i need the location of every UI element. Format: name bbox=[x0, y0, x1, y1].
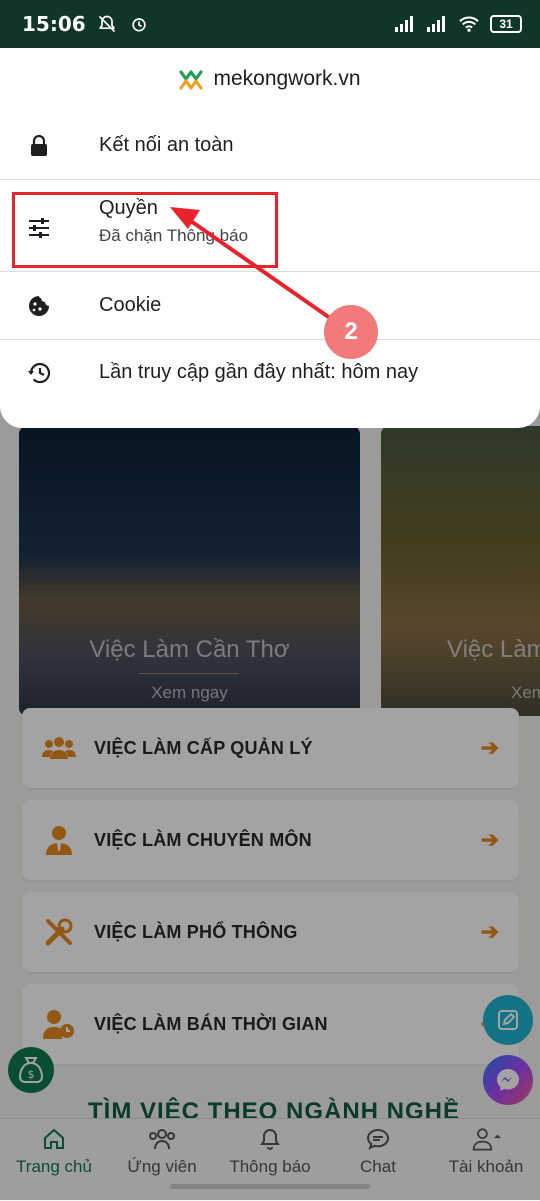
status-time: 15:06 bbox=[22, 12, 86, 36]
site-name: mekongwork.vn bbox=[213, 67, 361, 90]
divider bbox=[0, 179, 540, 180]
cookie-label: Cookie bbox=[99, 294, 162, 316]
cookie-row[interactable]: Cookie bbox=[0, 282, 540, 330]
last-visit-label: Lần truy cập gần đây nhất: hôm nay bbox=[99, 361, 419, 383]
connection-secure-row[interactable]: Kết nối an toàn bbox=[0, 122, 540, 170]
highlight-box bbox=[12, 192, 278, 268]
lock-icon bbox=[26, 133, 52, 159]
alarm-icon bbox=[128, 13, 150, 35]
divider bbox=[0, 271, 540, 272]
popup-header: mekongwork.vn bbox=[0, 48, 540, 110]
history-icon bbox=[26, 360, 52, 386]
signal-icon bbox=[394, 13, 416, 35]
site-logo-icon bbox=[179, 68, 204, 90]
divider bbox=[0, 339, 540, 340]
status-bar: 15:06 31 bbox=[0, 0, 540, 48]
notifications-off-icon bbox=[96, 13, 118, 35]
step-badge: 2 bbox=[324, 305, 378, 359]
connection-secure-label: Kết nối an toàn bbox=[99, 134, 234, 156]
cookie-icon bbox=[26, 293, 52, 319]
last-visit-row[interactable]: Lần truy cập gần đây nhất: hôm nay bbox=[0, 349, 540, 397]
wifi-icon bbox=[458, 13, 480, 35]
signal-icon-2 bbox=[426, 13, 448, 35]
battery-indicator: 31 bbox=[490, 15, 522, 33]
